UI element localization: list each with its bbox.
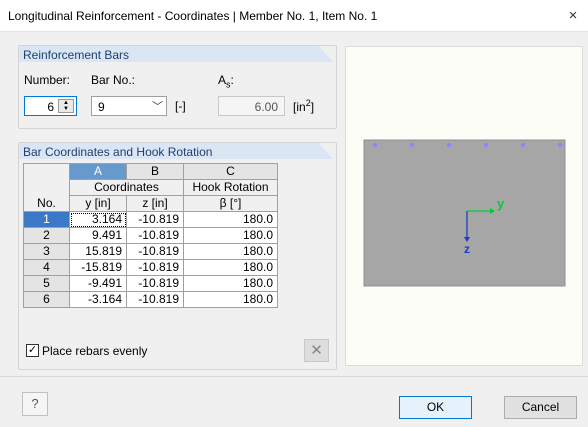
bar-no-select[interactable]: 9 ﹀ bbox=[91, 96, 167, 116]
table-row[interactable]: 5 -9.491 -10.819 180.0 bbox=[23, 275, 278, 292]
number-label: Number: bbox=[24, 73, 71, 87]
z-cell[interactable]: -10.819 bbox=[126, 291, 184, 308]
number-value: 6 bbox=[47, 100, 54, 114]
number-stepper[interactable]: 6 ▲ ▼ bbox=[24, 96, 77, 116]
hook-rotation-header: Hook Rotation bbox=[183, 179, 278, 196]
beta-cell[interactable]: 180.0 bbox=[183, 259, 278, 276]
column-b-header[interactable]: B bbox=[126, 163, 184, 180]
column-a-header[interactable]: A bbox=[69, 163, 127, 180]
as-unit: [in2] bbox=[293, 98, 315, 114]
stepper-down-icon[interactable]: ▼ bbox=[59, 106, 73, 112]
rebar-point bbox=[520, 142, 526, 148]
beta-cell[interactable]: 180.0 bbox=[183, 211, 278, 228]
beta-cell[interactable]: 180.0 bbox=[183, 291, 278, 308]
as-value: 6.00 bbox=[254, 100, 278, 114]
cancel-button[interactable]: Cancel bbox=[504, 396, 577, 419]
ok-button[interactable]: OK bbox=[399, 396, 472, 419]
title-bar: Longitudinal Reinforcement - Coordinates… bbox=[0, 0, 588, 32]
table-row[interactable]: 1 3.164 -10.819 180.0 bbox=[23, 211, 278, 228]
bar-no-label: Bar No.: bbox=[91, 73, 136, 87]
z-cell[interactable]: -10.819 bbox=[126, 243, 184, 260]
footer-divider bbox=[0, 376, 588, 377]
group-title: Bar Coordinates and Hook Rotation bbox=[23, 145, 213, 159]
y-cell[interactable]: 3.164 bbox=[69, 211, 127, 228]
y-cell[interactable]: -15.819 bbox=[69, 259, 127, 276]
no-header: No. bbox=[23, 163, 70, 212]
as-field: 6.00 bbox=[218, 96, 285, 116]
beta-cell[interactable]: 180.0 bbox=[183, 275, 278, 292]
y-subheader: y [in] bbox=[69, 195, 127, 212]
y-cell[interactable]: 9.491 bbox=[69, 227, 127, 244]
beta-subheader: β [°] bbox=[183, 195, 278, 212]
reinforcement-bars-group: Reinforcement Bars bbox=[18, 45, 337, 129]
row-number[interactable]: 6 bbox=[23, 291, 70, 308]
close-icon[interactable]: × bbox=[558, 0, 588, 31]
place-evenly-checkbox[interactable]: ✓ bbox=[26, 344, 39, 357]
preview-canvas: y z bbox=[363, 139, 566, 287]
z-cell[interactable]: -10.819 bbox=[126, 259, 184, 276]
table-row[interactable]: 3 15.819 -10.819 180.0 bbox=[23, 243, 278, 260]
column-c-header[interactable]: C bbox=[183, 163, 278, 180]
rebar-point bbox=[557, 142, 563, 148]
section-preview: y z bbox=[345, 46, 583, 366]
z-cell[interactable]: -10.819 bbox=[126, 211, 184, 228]
chevron-down-icon[interactable]: ﹀ bbox=[152, 98, 163, 114]
help-icon[interactable]: ? bbox=[22, 392, 48, 416]
rebar-point bbox=[409, 142, 415, 148]
bar-no-value: 9 bbox=[98, 100, 105, 114]
bar-no-unit: [-] bbox=[175, 99, 186, 113]
row-number[interactable]: 3 bbox=[23, 243, 70, 260]
coordinates-table: No. A B C Coordinates Hook Rotation y [i… bbox=[23, 163, 278, 308]
y-cell[interactable]: -3.164 bbox=[69, 291, 127, 308]
window-title: Longitudinal Reinforcement - Coordinates… bbox=[8, 9, 378, 23]
group-header: Bar Coordinates and Hook Rotation bbox=[19, 143, 333, 159]
z-cell[interactable]: -10.819 bbox=[126, 275, 184, 292]
coordinates-header: Coordinates bbox=[69, 179, 184, 196]
group-header: Reinforcement Bars bbox=[19, 46, 333, 62]
row-number[interactable]: 2 bbox=[23, 227, 70, 244]
rebar-point bbox=[372, 142, 378, 148]
group-title: Reinforcement Bars bbox=[23, 48, 130, 62]
eraser-icon[interactable]: ✕ bbox=[304, 339, 329, 362]
rebar-point bbox=[446, 142, 452, 148]
y-cell[interactable]: -9.491 bbox=[69, 275, 127, 292]
table-row[interactable]: 6 -3.164 -10.819 180.0 bbox=[23, 291, 278, 308]
z-subheader: z [in] bbox=[126, 195, 184, 212]
rebar-point bbox=[483, 142, 489, 148]
row-number[interactable]: 4 bbox=[23, 259, 70, 276]
table-row[interactable]: 2 9.491 -10.819 180.0 bbox=[23, 227, 278, 244]
z-axis-label: z bbox=[464, 242, 470, 256]
y-axis-label: y bbox=[497, 196, 505, 211]
row-number[interactable]: 5 bbox=[23, 275, 70, 292]
z-cell[interactable]: -10.819 bbox=[126, 227, 184, 244]
beta-cell[interactable]: 180.0 bbox=[183, 227, 278, 244]
table-row[interactable]: 4 -15.819 -10.819 180.0 bbox=[23, 259, 278, 276]
y-cell[interactable]: 15.819 bbox=[69, 243, 127, 260]
beta-cell[interactable]: 180.0 bbox=[183, 243, 278, 260]
as-label: As: bbox=[218, 73, 234, 90]
place-evenly-label: Place rebars evenly bbox=[42, 344, 148, 358]
stepper-arrows[interactable]: ▲ ▼ bbox=[58, 99, 74, 113]
cross-section bbox=[363, 139, 566, 287]
row-number[interactable]: 1 bbox=[23, 211, 70, 228]
